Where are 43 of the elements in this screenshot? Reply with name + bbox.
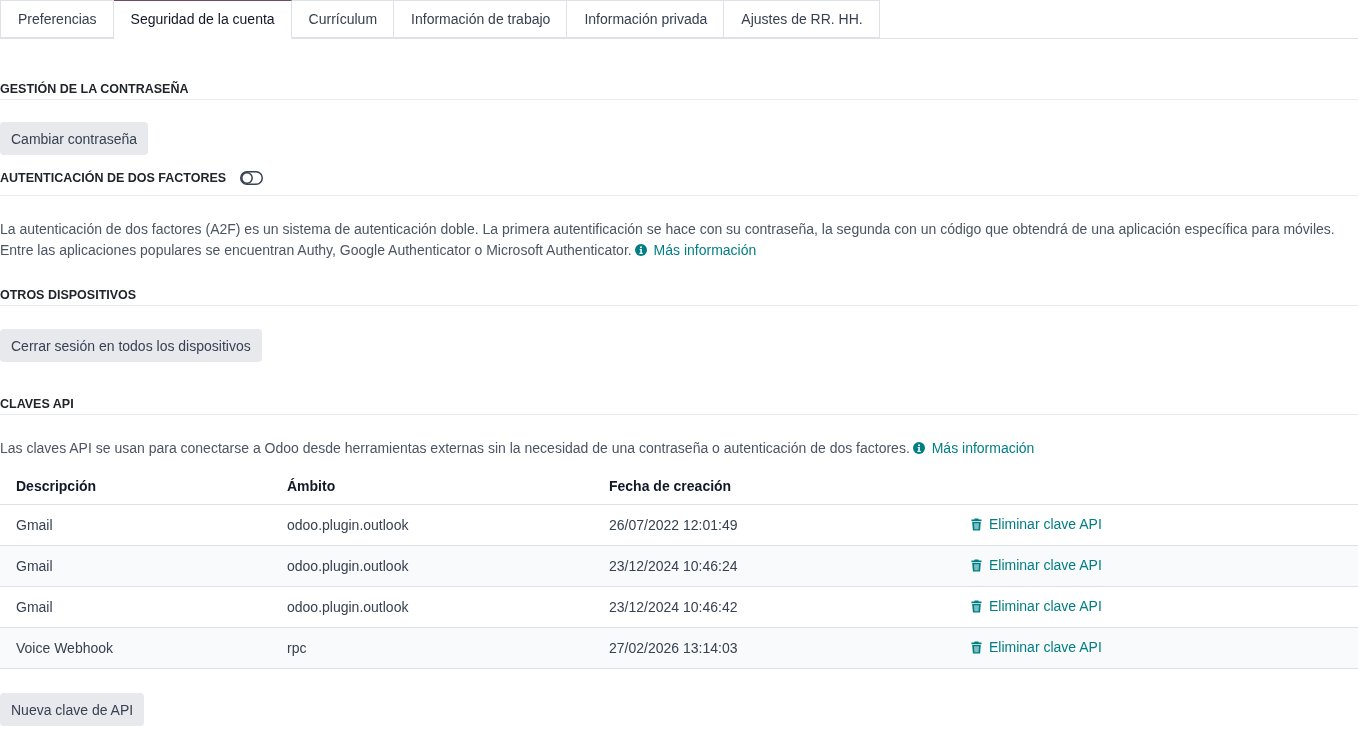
column-header: Ámbito [287, 477, 336, 494]
section-heading: AUTENTICACIÓN DE DOS FACTORES [0, 169, 227, 187]
table-cell: odoo.plugin.outlook [287, 558, 409, 574]
section-heading: OTROS DISPOSITIVOS [0, 285, 1358, 306]
table-cell: Voice Webhook [16, 640, 114, 656]
section-heading: GESTIÓN DE LA CONTRASEÑA [0, 79, 1358, 100]
table-cell: Gmail [16, 599, 53, 615]
logout-all-devices-button[interactable]: Cerrar sesión en todos los dispositivos [0, 329, 262, 362]
table-cell: 23/12/2024 10:46:42 [609, 599, 738, 615]
info-icon [912, 442, 925, 454]
section-heading: CLAVES API [0, 394, 1358, 415]
delete-api-key-link[interactable]: Eliminar clave API [971, 516, 1102, 533]
tab[interactable]: Currículum [291, 0, 395, 38]
two-factor-description: La autenticación de dos factores (A2F) es un sistema de autenticación doble. La primera autentificación se hace con su contraseña, la segunda con un código que obtendrá de una aplicación específica para móviles. Entre las aplicaciones populares se encuentran Authy, Google Authenticator o Microsoft Authenticator. Más información [0, 220, 1336, 260]
table-cell: Gmail [16, 558, 53, 574]
column-header: Fecha de creación [609, 477, 732, 494]
more-info-link[interactable]: Más información [912, 440, 1035, 456]
trash-icon [971, 599, 982, 613]
table-cell: 23/12/2024 10:46:24 [609, 558, 738, 574]
table-cell: rpc [287, 640, 307, 656]
delete-api-key-link[interactable]: Eliminar clave API [971, 639, 1102, 656]
tab[interactable]: Seguridad de la cuenta [113, 0, 292, 39]
column-header: Descripción [16, 477, 97, 494]
delete-api-key-link[interactable]: Eliminar clave API [971, 598, 1102, 615]
change-password-button[interactable]: Cambiar contraseña [0, 122, 149, 155]
table-cell: odoo.plugin.outlook [287, 517, 409, 533]
trash-icon [971, 517, 982, 531]
trash-icon [971, 640, 982, 654]
api-keys-description: Las claves API se usan para conectarse a Odoo desde herramientas externas sin la necesidad de una contraseña o autenticación de dos factores. Más información [0, 439, 1036, 458]
table-cell: Gmail [16, 517, 53, 533]
toggle-switch[interactable] [240, 171, 264, 185]
info-icon [634, 244, 647, 256]
trash-icon [971, 558, 982, 572]
table-cell: odoo.plugin.outlook [287, 599, 409, 615]
table-cell: 26/07/2022 12:01:49 [609, 517, 738, 533]
delete-api-key-link[interactable]: Eliminar clave API [971, 557, 1102, 574]
new-api-key-button[interactable]: Nueva clave de API [0, 693, 145, 726]
tab[interactable]: Preferencias [0, 0, 114, 38]
more-info-link[interactable]: Más información [634, 242, 757, 258]
tab[interactable]: Información privada [567, 0, 725, 38]
table-cell: 27/02/2026 13:14:03 [609, 640, 738, 656]
tab[interactable]: Información de trabajo [394, 0, 568, 38]
tab[interactable]: Ajustes de RR. HH. [724, 0, 880, 38]
